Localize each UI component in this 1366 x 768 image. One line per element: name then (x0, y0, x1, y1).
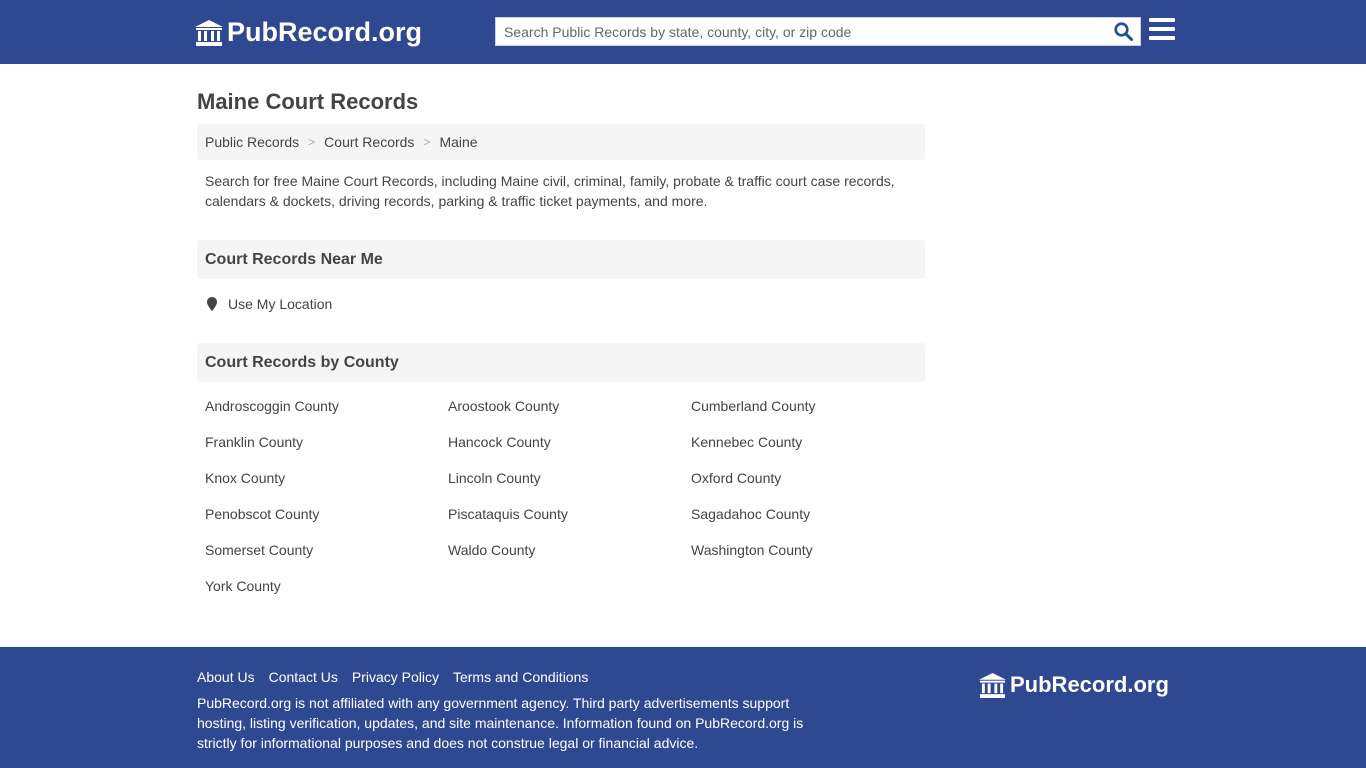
site-logo[interactable]: PubRecord.org (195, 17, 422, 48)
logo-text: PubRecord.org (227, 17, 423, 47)
footer-logo-text: PubRecord.org (1010, 672, 1169, 697)
breadcrumb-court-records[interactable]: Court Records (324, 134, 414, 150)
map-pin-icon (207, 297, 217, 311)
county-link-lincoln[interactable]: Lincoln County (448, 470, 691, 506)
footer-link-terms[interactable]: Terms and Conditions (453, 669, 588, 685)
county-link-penobscot[interactable]: Penobscot County (205, 506, 448, 542)
breadcrumb: Public Records > Court Records > Maine (197, 124, 925, 160)
search-input[interactable] (496, 18, 1106, 45)
search-button[interactable] (1106, 18, 1140, 45)
county-link-waldo[interactable]: Waldo County (448, 542, 691, 578)
courthouse-icon (979, 672, 1006, 698)
intro-text: Search for free Maine Court Records, inc… (205, 173, 895, 209)
county-link-cumberland[interactable]: Cumberland County (691, 398, 933, 434)
county-link-androscoggin[interactable]: Androscoggin County (205, 398, 448, 434)
footer-link-privacy-policy[interactable]: Privacy Policy (352, 669, 439, 685)
menu-bar-icon (1149, 18, 1175, 22)
menu-bar-icon (1149, 27, 1175, 31)
county-link-york[interactable]: York County (205, 578, 448, 614)
footer-logo[interactable]: PubRecord.org (979, 672, 1169, 698)
footer-link-about-us[interactable]: About Us (197, 669, 255, 685)
county-list: Androscoggin County Aroostook County Cum… (205, 398, 933, 614)
county-link-aroostook[interactable]: Aroostook County (448, 398, 691, 434)
search-icon (1113, 22, 1133, 41)
county-link-oxford[interactable]: Oxford County (691, 470, 933, 506)
courthouse-icon (195, 19, 223, 46)
use-my-location-link[interactable]: Use My Location (207, 296, 332, 312)
county-link-somerset[interactable]: Somerset County (205, 542, 448, 578)
county-heading: Court Records by County (197, 343, 925, 382)
footer-nav: About Us Contact Us Privacy Policy Terms… (197, 669, 602, 685)
county-link-franklin[interactable]: Franklin County (205, 434, 448, 470)
near-me-heading: Court Records Near Me (197, 240, 925, 279)
footer-disclaimer: PubRecord.org is not affiliated with any… (197, 695, 804, 751)
menu-bar-icon (1149, 36, 1175, 40)
search-bar (495, 17, 1141, 46)
site-header: PubRecord.org (0, 0, 1366, 64)
county-link-piscataquis[interactable]: Piscataquis County (448, 506, 691, 542)
site-footer: About Us Contact Us Privacy Policy Terms… (0, 647, 1366, 768)
breadcrumb-separator: > (308, 135, 316, 149)
county-link-sagadahoc[interactable]: Sagadahoc County (691, 506, 933, 542)
county-link-kennebec[interactable]: Kennebec County (691, 434, 933, 470)
county-link-knox[interactable]: Knox County (205, 470, 448, 506)
breadcrumb-maine[interactable]: Maine (439, 134, 477, 150)
county-link-hancock[interactable]: Hancock County (448, 434, 691, 470)
use-my-location-label: Use My Location (228, 296, 333, 312)
hamburger-menu-button[interactable] (1149, 18, 1175, 44)
county-link-washington[interactable]: Washington County (691, 542, 933, 578)
breadcrumb-separator: > (423, 135, 431, 149)
page-title: Maine Court Records (197, 89, 419, 114)
breadcrumb-public-records[interactable]: Public Records (205, 134, 299, 150)
footer-link-contact-us[interactable]: Contact Us (269, 669, 338, 685)
